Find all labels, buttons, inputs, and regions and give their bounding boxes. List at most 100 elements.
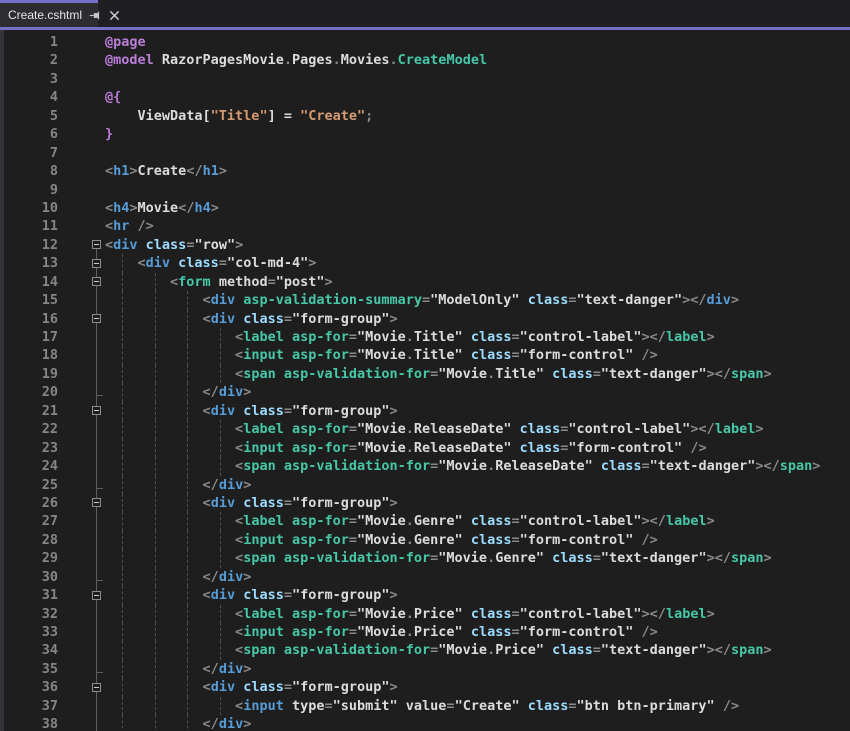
code-token: > — [763, 642, 771, 658]
code-text[interactable]: <span asp-validation-for="Movie.Genre" c… — [103, 549, 850, 567]
code-token: > — [755, 421, 763, 437]
fold-toggle-icon[interactable] — [92, 683, 101, 692]
code-text[interactable]: <div class="form-group"> — [103, 678, 850, 696]
code-line[interactable]: 4@{ — [0, 88, 850, 106]
code-line[interactable]: 17 <label asp-for="Movie.Title" class="c… — [0, 328, 850, 346]
code-text[interactable]: <input asp-for="Movie.ReleaseDate" class… — [103, 439, 850, 457]
code-line[interactable]: 28 <input asp-for="Movie.Genre" class="f… — [0, 531, 850, 549]
code-token: = — [511, 532, 519, 548]
fold-toggle-icon[interactable] — [92, 591, 101, 600]
code-line[interactable]: 8<h1>Create</h1> — [0, 162, 850, 180]
code-line[interactable]: 7 — [0, 144, 850, 162]
code-token: < — [138, 255, 146, 271]
code-token: = — [593, 642, 601, 658]
code-text[interactable]: @model RazorPagesMovie.Pages.Movies.Crea… — [103, 51, 850, 69]
code-text[interactable]: <input type="submit" value="Create" clas… — [103, 697, 850, 715]
code-line[interactable]: 12<div class="row"> — [0, 236, 850, 254]
code-text[interactable]: <input asp-for="Movie.Genre" class="form… — [103, 531, 850, 549]
code-text[interactable] — [103, 181, 850, 199]
code-text[interactable]: <div class="row"> — [103, 236, 850, 254]
code-text[interactable]: <div asp-validation-summary="ModelOnly" … — [103, 291, 850, 309]
pin-icon[interactable] — [89, 8, 102, 22]
indent-guide — [155, 310, 156, 328]
code-line[interactable]: 10<h4>Movie</h4> — [0, 199, 850, 217]
code-text[interactable]: <h4>Movie</h4> — [103, 199, 850, 217]
code-text[interactable]: <div class="form-group"> — [103, 402, 850, 420]
code-line[interactable]: 36 <div class="form-group"> — [0, 678, 850, 696]
tab-create-cshtml[interactable]: Create.cshtml — [0, 0, 98, 27]
code-text[interactable]: <input asp-for="Movie.Title" class="form… — [103, 346, 850, 364]
code-text[interactable]: <label asp-for="Movie.Genre" class="cont… — [103, 512, 850, 530]
code-line[interactable]: 32 <label asp-for="Movie.Price" class="c… — [0, 605, 850, 623]
code-text[interactable]: <span asp-validation-for="Movie.Title" c… — [103, 365, 850, 383]
line-number: 19 — [0, 365, 58, 383]
fold-toggle-icon[interactable] — [92, 314, 101, 323]
code-line[interactable]: 23 <input asp-for="Movie.ReleaseDate" cl… — [0, 439, 850, 457]
code-line[interactable]: 18 <input asp-for="Movie.Title" class="f… — [0, 346, 850, 364]
code-line[interactable]: 5 ViewData["Title"] = "Create"; — [0, 107, 850, 125]
code-line[interactable]: 3 — [0, 70, 850, 88]
code-text[interactable]: <form method="post"> — [103, 273, 850, 291]
code-line[interactable]: 6} — [0, 125, 850, 143]
code-line[interactable]: 19 <span asp-validation-for="Movie.Title… — [0, 365, 850, 383]
code-line[interactable]: 37 <input type="submit" value="Create" c… — [0, 697, 850, 715]
code-text[interactable]: </div> — [103, 568, 850, 586]
code-line[interactable]: 35 </div> — [0, 660, 850, 678]
code-line[interactable]: 27 <label asp-for="Movie.Genre" class="c… — [0, 512, 850, 530]
close-icon[interactable] — [109, 8, 120, 22]
code-line[interactable]: 26 <div class="form-group"> — [0, 494, 850, 512]
code-line[interactable]: 38 </div> — [0, 715, 850, 731]
fold-toggle-icon[interactable] — [92, 498, 101, 507]
code-text[interactable]: <input asp-for="Movie.Price" class="form… — [103, 623, 850, 641]
line-number: 17 — [0, 328, 58, 346]
code-text[interactable]: <label asp-for="Movie.Title" class="cont… — [103, 328, 850, 346]
fold-toggle-icon[interactable] — [92, 406, 101, 415]
fold-toggle-icon[interactable] — [92, 277, 101, 286]
code-line[interactable]: 13 <div class="col-md-4"> — [0, 254, 850, 272]
code-line[interactable]: 22 <label asp-for="Movie.ReleaseDate" cl… — [0, 420, 850, 438]
code-line[interactable]: 14 <form method="post"> — [0, 273, 850, 291]
code-text[interactable]: </div> — [103, 383, 850, 401]
code-text[interactable]: @{ — [103, 88, 850, 106]
code-text[interactable]: </div> — [103, 660, 850, 678]
code-line[interactable]: 21 <div class="form-group"> — [0, 402, 850, 420]
code-line[interactable]: 34 <span asp-validation-for="Movie.Price… — [0, 641, 850, 659]
code-line[interactable]: 30 </div> — [0, 568, 850, 586]
code-line[interactable]: 20 </div> — [0, 383, 850, 401]
code-line[interactable]: 1@page — [0, 33, 850, 51]
code-text[interactable] — [103, 144, 850, 162]
code-text[interactable]: <div class="form-group"> — [103, 586, 850, 604]
code-line[interactable]: 2@model RazorPagesMovie.Pages.Movies.Cre… — [0, 51, 850, 69]
code-text[interactable]: ViewData["Title"] = "Create"; — [103, 107, 850, 125]
code-line[interactable]: 31 <div class="form-group"> — [0, 586, 850, 604]
code-line[interactable]: 24 <span asp-validation-for="Movie.Relea… — [0, 457, 850, 475]
code-text[interactable]: <hr /> — [103, 217, 850, 235]
code-token: div — [219, 477, 243, 493]
fold-toggle-icon[interactable] — [92, 259, 101, 268]
code-text[interactable]: @page — [103, 33, 850, 51]
code-line[interactable]: 16 <div class="form-group"> — [0, 310, 850, 328]
code-text[interactable]: </div> — [103, 715, 850, 731]
code-line[interactable]: 25 </div> — [0, 476, 850, 494]
code-text[interactable]: <h1>Create</h1> — [103, 162, 850, 180]
code-text[interactable]: <div class="form-group"> — [103, 494, 850, 512]
code-text[interactable]: <label asp-for="Movie.Price" class="cont… — [103, 605, 850, 623]
code-text[interactable]: <label asp-for="Movie.ReleaseDate" class… — [103, 420, 850, 438]
indent-guide — [187, 715, 188, 731]
code-text[interactable] — [103, 70, 850, 88]
fold-column — [89, 715, 103, 731]
fold-toggle-icon[interactable] — [92, 240, 101, 249]
code-line[interactable]: 15 <div asp-validation-summary="ModelOnl… — [0, 291, 850, 309]
indent-guide — [187, 494, 188, 512]
code-text[interactable]: </div> — [103, 476, 850, 494]
code-text[interactable]: <span asp-validation-for="Movie.ReleaseD… — [103, 457, 850, 475]
code-line[interactable]: 11<hr /> — [0, 217, 850, 235]
code-text[interactable]: <span asp-validation-for="Movie.Price" c… — [103, 641, 850, 659]
code-line[interactable]: 33 <input asp-for="Movie.Price" class="f… — [0, 623, 850, 641]
code-text[interactable]: <div class="form-group"> — [103, 310, 850, 328]
code-editor[interactable]: 1@page2@model RazorPagesMovie.Pages.Movi… — [0, 30, 850, 731]
code-text[interactable]: <div class="col-md-4"> — [103, 254, 850, 272]
code-line[interactable]: 9 — [0, 181, 850, 199]
code-text[interactable]: } — [103, 125, 850, 143]
code-line[interactable]: 29 <span asp-validation-for="Movie.Genre… — [0, 549, 850, 567]
